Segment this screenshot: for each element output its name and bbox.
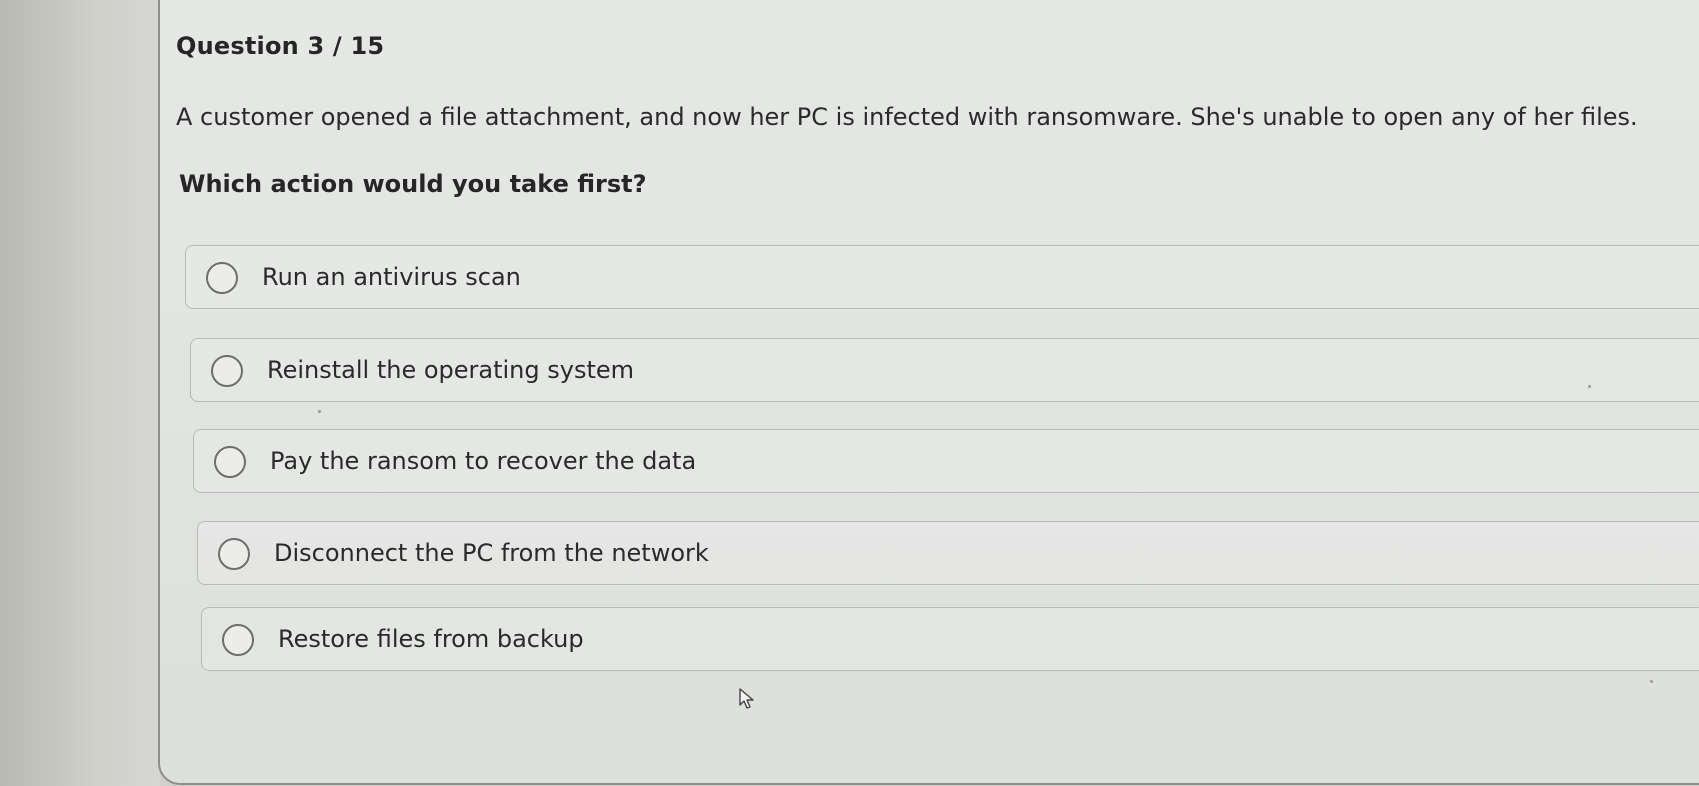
screen-speck bbox=[1588, 385, 1591, 388]
screen-bezel bbox=[0, 0, 160, 786]
answer-option-reinstall-os[interactable]: Reinstall the operating system bbox=[190, 338, 1699, 402]
answer-option-pay-ransom[interactable]: Pay the ransom to recover the data bbox=[193, 429, 1699, 493]
option-label: Run an antivirus scan bbox=[262, 263, 521, 291]
radio-unchecked-icon[interactable] bbox=[222, 624, 254, 656]
answer-option-antivirus-scan[interactable]: Run an antivirus scan bbox=[185, 245, 1699, 309]
option-label: Reinstall the operating system bbox=[267, 356, 635, 384]
screen-speck bbox=[318, 410, 321, 413]
radio-unchecked-icon[interactable] bbox=[206, 262, 238, 294]
radio-unchecked-icon[interactable] bbox=[211, 355, 243, 387]
question-text: A customer opened a file attachment, and… bbox=[176, 103, 1638, 131]
option-label: Disconnect the PC from the network bbox=[274, 539, 709, 567]
option-label: Restore files from backup bbox=[278, 625, 584, 653]
question-prompt: Which action would you take first? bbox=[179, 170, 647, 198]
option-label: Pay the ransom to recover the data bbox=[270, 447, 697, 475]
screen-speck bbox=[1650, 680, 1653, 683]
answer-option-restore-backup[interactable]: Restore files from backup bbox=[201, 607, 1699, 671]
answer-option-disconnect-network[interactable]: Disconnect the PC from the network bbox=[197, 521, 1699, 585]
mouse-pointer-icon bbox=[739, 688, 754, 709]
question-number: Question 3 / 15 bbox=[176, 32, 385, 60]
radio-unchecked-icon[interactable] bbox=[214, 446, 246, 478]
radio-unchecked-icon[interactable] bbox=[218, 538, 250, 570]
